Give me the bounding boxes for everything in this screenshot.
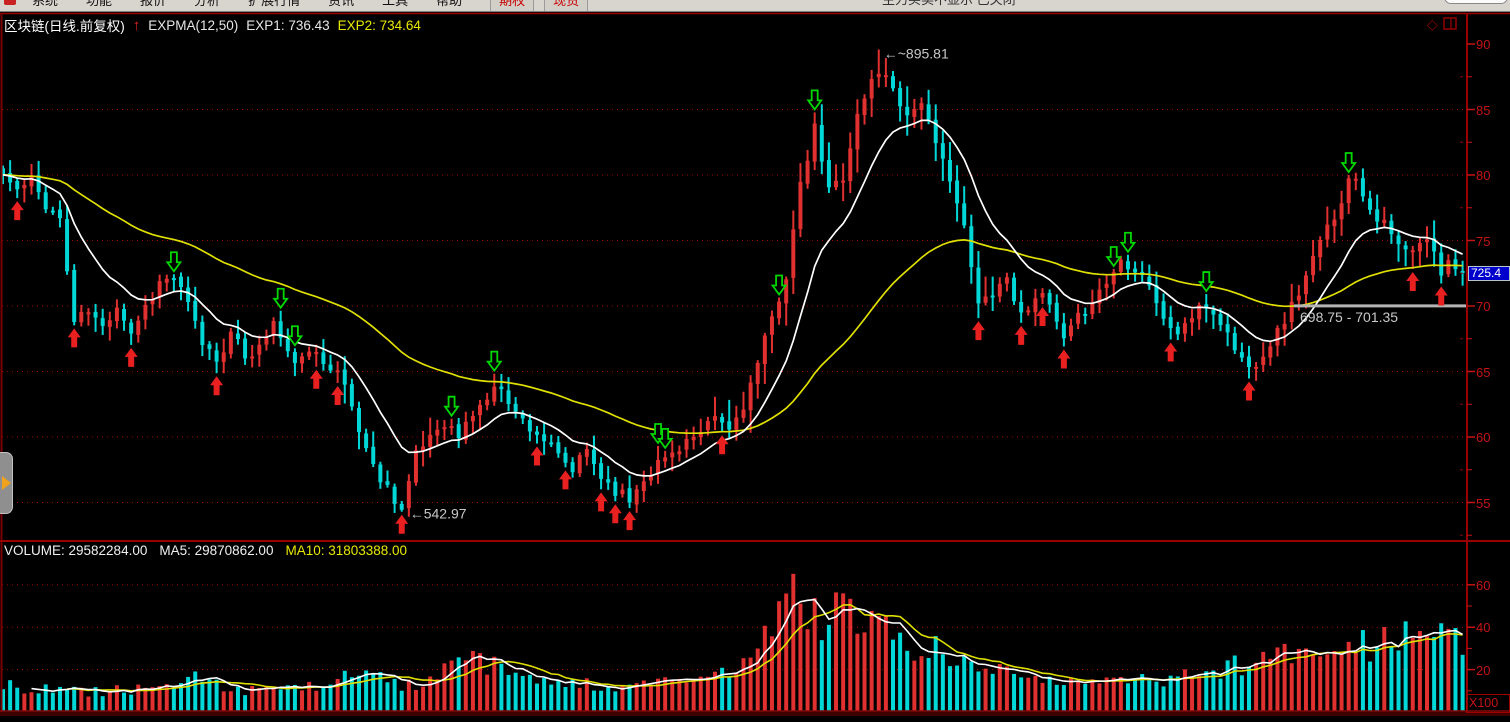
exp2-value: EXP2: 734.64 (338, 18, 421, 33)
price-tick-label: 55 (1476, 496, 1490, 511)
main-menu: 系统 功能 报价 分析 扩展行情 资讯 工具 帮助 期权现货 (32, 0, 598, 12)
volume-ma5-value: MA5: 29870862.00 (159, 543, 273, 558)
buy-arrow-icon (11, 201, 24, 220)
buy-arrow-icon (609, 504, 622, 523)
sell-arrow-icon (167, 252, 180, 271)
menu-item-5[interactable]: 资讯 (328, 0, 354, 9)
buy-arrow-icon (125, 348, 138, 367)
buy-arrow-icon (716, 435, 729, 454)
menu-bar-inner: 系统 功能 报价 分析 扩展行情 资讯 工具 帮助 期权现货 主力买卖不显示 已关闭 (0, 0, 1510, 12)
volume-tick-label: 20 (1476, 663, 1490, 678)
status-note: 主力买卖不显示 已关闭 (882, 0, 1016, 12)
buy-arrow-icon (531, 447, 544, 466)
buy-arrow-icon (310, 370, 323, 389)
buy-arrow-icon (1057, 349, 1070, 368)
exp2-ema50-line (3, 175, 1463, 433)
exp1-value: EXP1: 736.43 (246, 18, 329, 33)
sell-arrow-icon (1107, 247, 1120, 266)
buy-arrow-icon (1243, 382, 1256, 401)
sell-arrow-icon (1121, 233, 1134, 252)
price-tick-label: 80 (1476, 168, 1490, 183)
menu-item-0[interactable]: 系统 (32, 0, 58, 9)
buy-arrow-icon (1164, 342, 1177, 361)
buy-arrow-icon (210, 376, 223, 395)
menu-bar: 系统 功能 报价 分析 扩展行情 资讯 工具 帮助 期权现货 主力买卖不显示 已关闭 (0, 0, 1510, 12)
sell-arrow-icon (1200, 272, 1213, 291)
volume-ma10-value: MA10: 31803388.00 (285, 543, 407, 558)
sell-arrow-icon (773, 275, 786, 294)
sell-arrow-icon (445, 397, 458, 416)
candlesticks (1, 49, 1465, 516)
buy-arrow-icon (1435, 287, 1448, 306)
buy-arrow-icon (68, 328, 81, 347)
menu-hot-item-0[interactable]: 期权 (490, 0, 534, 12)
price-tick-label: 60 (1476, 430, 1490, 445)
price-tick-label: 90 (1476, 37, 1490, 52)
sell-arrow-icon (488, 352, 501, 371)
buy-arrow-icon (623, 511, 636, 530)
sidebar-collapse-tab[interactable] (0, 452, 13, 514)
menu-item-1[interactable]: 功能 (86, 0, 112, 9)
search-input[interactable] (1444, 0, 1508, 4)
price-pane-header: 区块链(日线.前复权) ↑ EXPMA(12,50) EXP1: 736.43 … (4, 15, 421, 35)
buy-arrow-icon (331, 386, 344, 405)
buy-arrow-icon (1406, 272, 1419, 291)
price-tick-label: 65 (1476, 365, 1490, 380)
buy-arrow-icon (972, 321, 985, 340)
exp1-ema12-line (3, 120, 1463, 476)
app-icon[interactable] (4, 0, 16, 5)
range-line-label: 698.75 - 701.35 (1300, 309, 1398, 325)
split-window-icon[interactable] (1443, 17, 1458, 31)
pane-borders-and-ticks (0, 13, 1510, 716)
volume-value: VOLUME: 29582284.00 (4, 543, 147, 558)
chart-canvas[interactable]: 698.75 - 701.35 ←~895.81 ←542.97 (0, 0, 1510, 722)
price-tick-label: 70 (1476, 299, 1490, 314)
volume-bars (1, 574, 1465, 711)
buy-arrow-icon (1015, 326, 1028, 345)
diamond-icon[interactable]: ◇ (1427, 17, 1438, 31)
pane-corner-icons: ◇ (1427, 17, 1458, 31)
volume-unit-label: X100 (1466, 694, 1510, 713)
indicator-name[interactable]: EXPMA(12,50) (148, 18, 238, 33)
menu-hot-item-1[interactable]: 现货 (544, 0, 588, 12)
trough-price-annotation: ←542.97 (410, 506, 467, 522)
volume-pane-header: VOLUME: 29582284.00 MA5: 29870862.00 MA1… (4, 543, 407, 558)
up-arrow-icon: ↑ (133, 19, 141, 32)
buy-signal-arrows (11, 201, 1448, 534)
menu-item-4[interactable]: 扩展行情 (248, 0, 300, 9)
volume-tick-label: 40 (1476, 620, 1490, 635)
price-tick-label: 85 (1476, 103, 1490, 118)
sell-arrow-icon (274, 289, 287, 308)
buy-arrow-icon (395, 515, 408, 534)
buy-arrow-icon (559, 470, 572, 489)
sell-arrow-icon (808, 90, 821, 109)
menu-item-7[interactable]: 帮助 (436, 0, 462, 9)
expand-arrow-icon (2, 476, 11, 490)
sell-arrow-icon (1342, 153, 1355, 172)
menu-item-3[interactable]: 分析 (194, 0, 220, 9)
buy-arrow-icon (1036, 307, 1049, 326)
peak-price-annotation: ←~895.81 (884, 45, 949, 61)
volume-tick-label: 60 (1476, 578, 1490, 593)
menu-item-6[interactable]: 工具 (382, 0, 408, 9)
price-tick-label: 75 (1476, 234, 1490, 249)
symbol-title[interactable]: 区块链(日线.前复权) (4, 15, 125, 35)
menu-item-2[interactable]: 报价 (140, 0, 166, 9)
buy-arrow-icon (595, 492, 608, 511)
current-price-label: 725.4 (1468, 266, 1510, 281)
